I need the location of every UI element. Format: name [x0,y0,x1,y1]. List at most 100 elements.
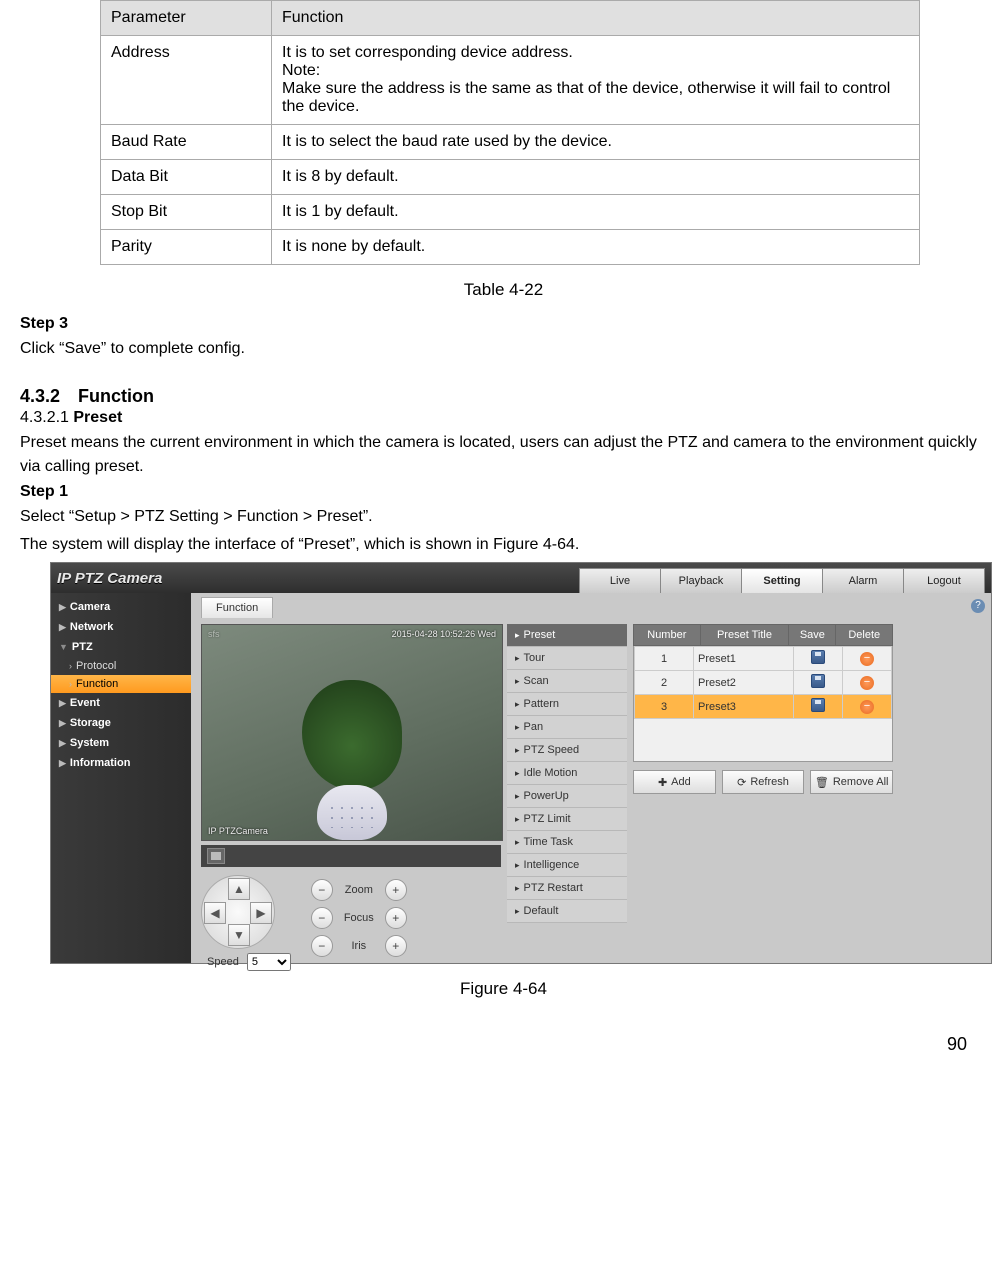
save-icon[interactable] [811,698,825,712]
func-item-ptz-speed[interactable]: ▸PTZ Speed [507,739,627,762]
speed-select[interactable]: 5 [247,953,291,971]
focus-plus-button[interactable]: + [385,907,407,929]
speed-label: Speed [207,956,239,968]
preset-save-cell [794,647,843,671]
sidebar-item-system[interactable]: ▶System [51,733,191,753]
top-tab-live[interactable]: Live [579,568,661,593]
chevron-right-icon: ▶ [59,602,66,613]
sidebar-label: PTZ [72,641,93,653]
preset-table: NumberPreset TitleSaveDelete [633,624,893,646]
func-item-pan[interactable]: ▸Pan [507,716,627,739]
table-cell-param: Address [101,36,272,125]
table-cell-param: Baud Rate [101,125,272,160]
sidebar-item-storage[interactable]: ▶Storage [51,713,191,733]
sidebar-item-ptz[interactable]: ▼ PTZ [51,637,191,657]
help-icon[interactable]: ? [971,599,985,613]
delete-icon[interactable]: − [860,700,874,714]
preset-title: Preset2 [694,671,794,695]
top-tab-setting[interactable]: Setting [741,568,823,593]
add-button[interactable]: ✚Add [633,770,716,794]
preset-row[interactable]: 2Preset2− [635,671,892,695]
top-tab-alarm[interactable]: Alarm [822,568,904,593]
iris-minus-button[interactable]: − [311,935,333,957]
table-row: Data BitIt is 8 by default. [101,160,920,195]
chevron-right-icon: ▸ [515,653,520,664]
screenshot: IP PTZ Camera LivePlaybackSettingAlarmLo… [50,562,992,964]
preset-row[interactable]: 3Preset3− [635,695,892,719]
sidebar-label: Event [70,697,100,709]
sidebar-subitem-label: Protocol [76,660,116,672]
zoom-row-iris: −Iris + [311,935,407,957]
table-cell-param: Data Bit [101,160,272,195]
func-item-ptz-restart[interactable]: ▸PTZ Restart [507,877,627,900]
save-icon[interactable] [811,650,825,664]
section-4-3-2: 4.3.2 Function [20,386,987,407]
video-preview[interactable]: sfs 2015-04-28 10:52:26 Wed IP PTZCamera [201,624,503,841]
delete-icon[interactable]: − [860,676,874,690]
focus-minus-button[interactable]: − [311,907,333,929]
chevron-right-icon: ▸ [515,837,520,848]
dpad-down[interactable]: ▼ [228,924,250,946]
func-item-intelligence[interactable]: ▸Intelligence [507,854,627,877]
zoom-label: Iris [339,940,379,952]
func-item-default[interactable]: ▸Default [507,900,627,923]
func-item-label: PTZ Limit [524,813,571,825]
table-row: Stop BitIt is 1 by default. [101,195,920,230]
func-item-idle-motion[interactable]: ▸Idle Motion [507,762,627,785]
sidebar-label: Information [70,757,131,769]
preset-row[interactable]: 1Preset1− [635,647,892,671]
save-icon[interactable] [811,674,825,688]
chevron-down-icon: ▼ [59,642,68,652]
zoom-plus-button[interactable]: + [385,879,407,901]
remove-all-button[interactable]: 🗑Remove All [810,770,893,794]
table-cell-param: Stop Bit [101,195,272,230]
func-item-tour[interactable]: ▸Tour [507,647,627,670]
func-item-pattern[interactable]: ▸Pattern [507,693,627,716]
step3-body: Click “Save” to complete config. [20,337,987,361]
content-tab-function[interactable]: Function [201,597,273,618]
table-cell-func: It is none by default. [272,230,920,265]
preset-title: Preset3 [694,695,794,719]
func-item-preset[interactable]: ▸Preset [507,624,627,647]
refresh-button[interactable]: ⟳Refresh [722,770,805,794]
func-item-label: Time Task [524,836,574,848]
func-item-time-task[interactable]: ▸ Time Task [507,831,627,854]
func-item-scan[interactable]: ▸Scan [507,670,627,693]
iris-plus-button[interactable]: + [385,935,407,957]
top-tab-playback[interactable]: Playback [660,568,742,593]
func-item-ptz-limit[interactable]: ▸PTZ Limit [507,808,627,831]
sidebar-subitem-function[interactable]: ›Function [51,675,191,693]
dpad-right[interactable]: ▶ [250,902,272,924]
preset-delete-cell: − [843,671,892,695]
video-block: sfs 2015-04-28 10:52:26 Wed IP PTZCamera [201,624,501,971]
table-caption: Table 4-22 [20,280,987,300]
video-mode-button[interactable] [207,848,225,864]
table-header-function: Function [272,1,920,36]
preset-panel: NumberPreset TitleSaveDelete 1Preset1−2P… [633,624,893,794]
dpad-left[interactable]: ◀ [204,902,226,924]
section-title: Preset [73,409,122,426]
preset-header-preset-title: Preset Title [700,625,789,646]
chevron-right-icon: ▶ [59,698,66,709]
step1-body-1: Select “Setup > PTZ Setting > Function >… [20,505,987,529]
dpad-up[interactable]: ▲ [228,878,250,900]
sidebar-item-camera[interactable]: ▶Camera [51,597,191,617]
video-overlay-timestamp: 2015-04-28 10:52:26 Wed [392,629,496,639]
func-item-label: PTZ Speed [524,744,580,756]
page-number: 90 [20,1014,987,1065]
sidebar-item-network[interactable]: ▶Network [51,617,191,637]
sidebar-item-event[interactable]: ▶ Event [51,693,191,713]
func-item-powerup[interactable]: ▸PowerUp [507,785,627,808]
chevron-right-icon: ▸ [515,860,520,871]
zoom-minus-button[interactable]: − [311,879,333,901]
top-nav: LivePlaybackSettingAlarmLogout [580,568,985,593]
sidebar-subitem-label: Function [76,678,118,690]
chevron-right-icon: ▸ [515,883,520,894]
table-row: ParityIt is none by default. [101,230,920,265]
sidebar-item-information[interactable]: ▶Information [51,753,191,773]
plus-icon: ✚ [658,776,667,789]
chevron-right-icon: ▶ [59,622,66,633]
top-tab-logout[interactable]: Logout [903,568,985,593]
sidebar-subitem-protocol[interactable]: ›Protocol [51,657,191,675]
delete-icon[interactable]: − [860,652,874,666]
